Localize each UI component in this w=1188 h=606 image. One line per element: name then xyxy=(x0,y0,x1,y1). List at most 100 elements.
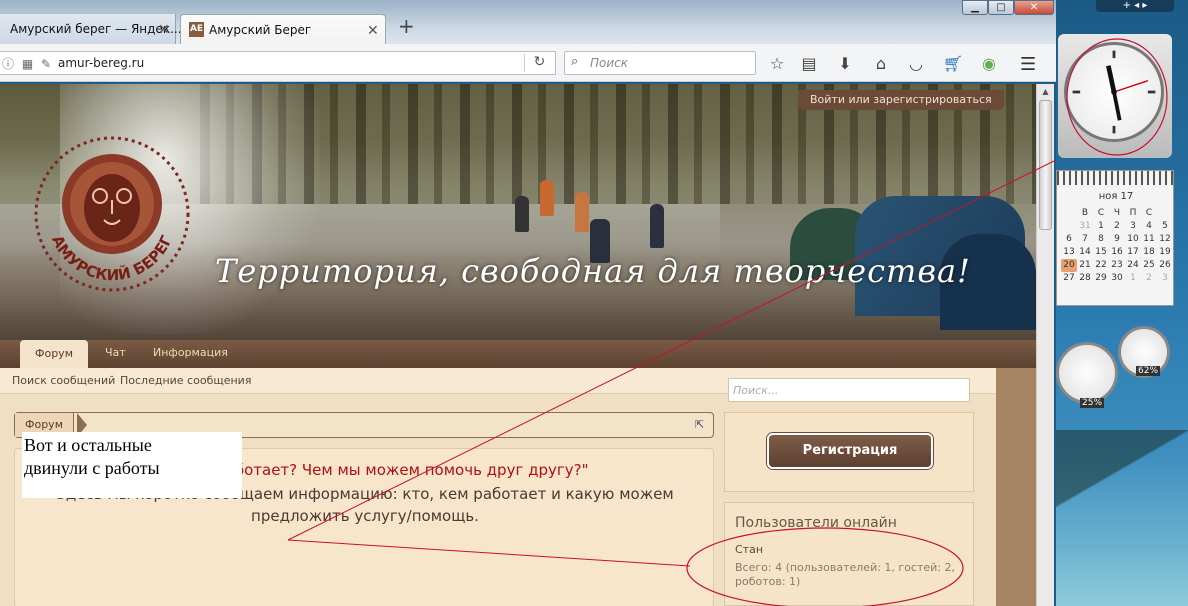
online-user-link[interactable]: Стан xyxy=(735,543,763,556)
expand-icon[interactable]: ⇱ xyxy=(695,418,704,431)
menu-icon[interactable]: ☰ xyxy=(1020,54,1036,75)
tab-close-icon[interactable]: ✕ xyxy=(158,22,170,38)
weekday-label: П xyxy=(1129,208,1137,218)
calendar-day[interactable]: 19 xyxy=(1157,246,1173,259)
calendar-day[interactable]: 15 xyxy=(1093,246,1109,259)
weekday-label: Ч xyxy=(1113,208,1121,218)
online-count-text: Всего: 4 (пользователей: 1, гостей: 2, р… xyxy=(735,561,955,588)
site-nav-tabs: Форум Чат Информация xyxy=(0,340,1036,368)
calendar-day[interactable]: 14 xyxy=(1077,246,1093,259)
site-logo[interactable]: АМУРСКИЙ БЕРЕГ xyxy=(32,134,192,294)
calendar-day[interactable]: 10 xyxy=(1125,233,1141,246)
login-register-link[interactable]: Войти или зарегистрироваться xyxy=(798,90,1004,110)
tab-bar: Амурский берег — Яндек... ✕ AE Амурский … xyxy=(0,0,1056,44)
calendar-day[interactable]: 17 xyxy=(1125,246,1141,259)
pocket-icon[interactable]: ◡ xyxy=(905,54,927,74)
person-figure xyxy=(650,204,664,248)
register-panel: Регистрация xyxy=(724,412,974,492)
calendar-gadget[interactable]: ноя 17 В С Ч П С 31 1 2 3 4 5 6 7 8 9 10… xyxy=(1056,170,1175,306)
bookmark-star-icon[interactable]: ☆ xyxy=(766,54,788,74)
calendar-day[interactable]: 2 xyxy=(1141,272,1157,285)
tab-information[interactable]: Информация xyxy=(153,346,228,359)
calendar-week: 31 1 2 3 4 5 xyxy=(1061,220,1173,233)
calendar-day[interactable]: 13 xyxy=(1061,246,1077,259)
calendar-day[interactable]: 1 xyxy=(1125,272,1141,285)
calendar-day[interactable]: 8 xyxy=(1093,233,1109,246)
calendar-day[interactable]: 3 xyxy=(1125,220,1141,233)
calendar-day[interactable]: 6 xyxy=(1061,233,1077,246)
home-icon[interactable]: ⌂ xyxy=(870,54,892,74)
close-window-button[interactable]: ✕ xyxy=(1014,0,1054,15)
cpu-meter-gadget[interactable]: 25% 62% xyxy=(1056,326,1174,418)
cart-icon[interactable]: 🛒︎ xyxy=(942,54,964,74)
new-tab-button[interactable]: + xyxy=(398,14,415,38)
download-icon[interactable]: ⬇ xyxy=(834,54,856,74)
calendar-day-today[interactable]: 20 xyxy=(1061,259,1077,272)
calendar-day[interactable]: 26 xyxy=(1157,259,1173,272)
forum-search-input[interactable]: Поиск... xyxy=(728,378,970,402)
tab-label: Амурский Берег xyxy=(209,23,312,37)
online-users-title: Пользователи онлайн xyxy=(735,515,897,531)
register-button[interactable]: Регистрация xyxy=(767,433,933,469)
header-banner: АМУРСКИЙ БЕРЕГ Территория, свободная для… xyxy=(0,84,1036,340)
calendar-day[interactable]: 21 xyxy=(1077,259,1093,272)
page-scrollbar[interactable]: ▲ xyxy=(1036,84,1054,606)
calendar-day[interactable]: 16 xyxy=(1109,246,1125,259)
calendar-day[interactable]: 11 xyxy=(1141,233,1157,246)
calendar-day[interactable]: 31 xyxy=(1077,220,1093,233)
url-bar[interactable]: ⓘ ▦ ✎ amur-bereg.ru ↻ xyxy=(0,51,556,75)
scroll-up-icon[interactable]: ▲ xyxy=(1037,84,1054,100)
clock-gadget[interactable] xyxy=(1058,34,1172,158)
calendar-day[interactable]: 29 xyxy=(1093,272,1109,285)
calendar-day[interactable]: 30 xyxy=(1109,272,1125,285)
gadget-toolbar[interactable]: + ◂ ▸ xyxy=(1096,0,1174,12)
desktop-area: + ◂ ▸ ноя 17 В С Ч П С 31 1 2 3 4 5 6 7 … xyxy=(1056,0,1188,606)
calendar-day[interactable]: 27 xyxy=(1061,272,1077,285)
calendar-day[interactable]: 18 xyxy=(1141,246,1157,259)
browser-search-input[interactable]: ⌕ Поиск xyxy=(564,51,756,75)
tab-chat[interactable]: Чат xyxy=(105,346,126,359)
calendar-month: ноя 17 xyxy=(1098,191,1134,202)
calendar-week: 6 7 8 9 10 11 12 xyxy=(1061,233,1173,246)
extension-icon[interactable]: ◉ xyxy=(978,54,1000,74)
scroll-thumb[interactable] xyxy=(1039,100,1052,230)
calendar-day[interactable]: 23 xyxy=(1109,259,1125,272)
calendar-day[interactable]: 9 xyxy=(1109,233,1125,246)
calendar-day[interactable]: 12 xyxy=(1157,233,1173,246)
site-identity-icon[interactable]: ⓘ ▦ ✎ xyxy=(2,55,53,72)
calendar-day[interactable]: 2 xyxy=(1109,220,1125,233)
tab-close-icon[interactable]: ✕ xyxy=(367,23,379,39)
person-figure xyxy=(575,192,589,232)
maximize-button[interactable]: □ xyxy=(988,0,1014,15)
calendar-day[interactable]: 3 xyxy=(1157,272,1173,285)
reading-list-icon[interactable]: ▤ xyxy=(798,54,820,74)
calendar-day[interactable]: 5 xyxy=(1157,220,1173,233)
web-page: АМУРСКИЙ БЕРЕГ Территория, свободная для… xyxy=(0,84,1036,606)
calendar-day[interactable]: 4 xyxy=(1141,220,1157,233)
tab-label: Амурский берег — Яндек... xyxy=(10,22,182,36)
clock-icon xyxy=(1064,42,1164,142)
search-placeholder: Поиск xyxy=(590,56,629,70)
calendar-day[interactable]: 7 xyxy=(1077,233,1093,246)
search-messages-link[interactable]: Поиск сообщений xyxy=(12,374,115,387)
annotation-note: Вот и остальные двинули с работы xyxy=(22,432,242,498)
calendar-day[interactable]: 28 xyxy=(1077,272,1093,285)
calendar-grid: В С Ч П С 31 1 2 3 4 5 6 7 8 9 10 11 12 … xyxy=(1061,207,1173,285)
online-users-panel: Пользователи онлайн Стан Всего: 4 (польз… xyxy=(724,502,974,606)
minimize-button[interactable]: ▁ xyxy=(962,0,988,15)
calendar-day[interactable]: 24 xyxy=(1125,259,1141,272)
url-text[interactable]: amur-bereg.ru xyxy=(58,56,144,70)
calendar-weekdays: В С Ч П С xyxy=(1061,207,1173,220)
tab-yandex[interactable]: Амурский берег — Яндек... ✕ xyxy=(0,14,182,44)
calendar-day[interactable]: 25 xyxy=(1141,259,1157,272)
tab-amur-bereg[interactable]: AE Амурский Берег ✕ xyxy=(180,14,386,44)
calendar-day[interactable]: 1 xyxy=(1093,220,1109,233)
calendar-rings xyxy=(1057,171,1175,185)
tab-forum[interactable]: Форум xyxy=(20,340,88,368)
reload-icon[interactable]: ↻ xyxy=(524,54,554,72)
calendar-day[interactable]: 22 xyxy=(1093,259,1109,272)
person-figure xyxy=(515,196,529,232)
person-figure xyxy=(540,180,554,216)
annotation-line: двинули с работы xyxy=(24,458,160,478)
recent-messages-link[interactable]: Последние сообщения xyxy=(120,374,251,387)
